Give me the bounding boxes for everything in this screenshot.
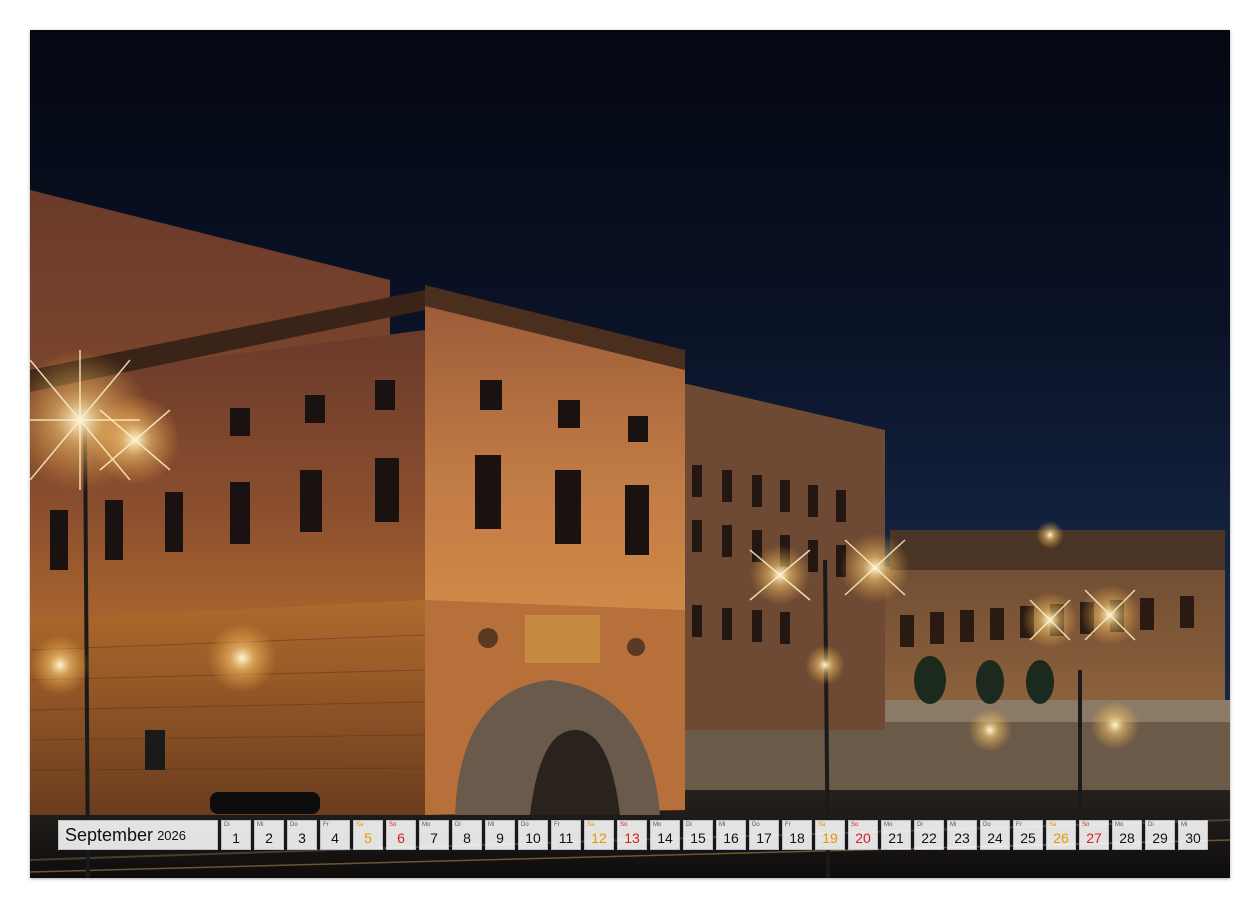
weekday-label: So [851, 822, 859, 828]
weekday-label: Mi [719, 822, 726, 828]
calendar-day: Di 8 [452, 820, 482, 850]
weekday-label: Fr [554, 822, 560, 828]
calendar-day: So 6 [386, 820, 416, 850]
month-year: 2026 [157, 827, 186, 843]
calendar-day: Fr 18 [782, 820, 812, 850]
day-number: 14 [657, 830, 673, 846]
calendar-day: Fr 4 [320, 820, 350, 850]
calendar-day: So 27 [1079, 820, 1109, 850]
day-number: 4 [331, 830, 339, 846]
calendar-day: So 13 [617, 820, 647, 850]
day-number: 17 [756, 830, 772, 846]
calendar-day: Mo 21 [881, 820, 911, 850]
weekday-label: Do [752, 822, 760, 828]
weekday-label: Fr [323, 822, 329, 828]
day-number: 24 [987, 830, 1003, 846]
day-number: 18 [789, 830, 805, 846]
weekday-label: Di [224, 822, 230, 828]
weekday-label: So [1082, 822, 1090, 828]
day-number: 28 [1119, 830, 1135, 846]
calendar-day: Mi 23 [947, 820, 977, 850]
calendar-day: Do 17 [749, 820, 779, 850]
calendar-day: Sa 5 [353, 820, 383, 850]
day-number: 8 [463, 830, 471, 846]
weekday-label: Di [1148, 822, 1154, 828]
weekday-label: Sa [818, 822, 826, 828]
calendar-day: Do 10 [518, 820, 548, 850]
day-number: 19 [822, 830, 838, 846]
day-number: 29 [1152, 830, 1168, 846]
day-number: 15 [690, 830, 706, 846]
weekday-label: Sa [587, 822, 595, 828]
month-name: September [65, 824, 154, 845]
weekday-label: So [389, 822, 397, 828]
calendar-day: Do 3 [287, 820, 317, 850]
calendar-day: Do 24 [980, 820, 1010, 850]
calendar-day: So 20 [848, 820, 878, 850]
day-number: 25 [1020, 830, 1036, 846]
weekday-label: Di [917, 822, 923, 828]
weekday-label: Do [521, 822, 529, 828]
day-number: 27 [1086, 830, 1102, 846]
weekday-label: Mo [1115, 822, 1124, 828]
weekday-label: Mo [422, 822, 431, 828]
calendar-day: Mi 2 [254, 820, 284, 850]
weekday-label: Do [983, 822, 991, 828]
weekday-label: Do [290, 822, 298, 828]
day-number: 11 [558, 830, 574, 846]
weekday-label: Mi [950, 822, 957, 828]
palace-night-illustration [30, 190, 1230, 878]
day-number: 20 [855, 830, 871, 846]
calendar-day: Mo 14 [650, 820, 680, 850]
day-number: 10 [525, 830, 541, 846]
calendar-day: Di 22 [914, 820, 944, 850]
calendar-day: Sa 26 [1046, 820, 1076, 850]
weekday-label: Di [686, 822, 692, 828]
day-number: 16 [723, 830, 739, 846]
palace-night-photo: September 2026 Di 1 Mi 2 Do 3 Fr 4 Sa 5 So 6 Mo 7 Di 8 M… [30, 30, 1230, 878]
day-number: 9 [496, 830, 504, 846]
weekday-label: Mi [488, 822, 495, 828]
day-number: 5 [364, 830, 372, 846]
calendar-day: Mi 16 [716, 820, 746, 850]
day-number: 26 [1053, 830, 1069, 846]
month-label: September 2026 [58, 820, 218, 850]
calendar-day: Mi 9 [485, 820, 515, 850]
day-number: 21 [888, 830, 904, 846]
day-number: 6 [397, 830, 405, 846]
weekday-label: Sa [1049, 822, 1057, 828]
weekday-label: Fr [785, 822, 791, 828]
calendar-day: Di 1 [221, 820, 251, 850]
day-number: 13 [624, 830, 640, 846]
weekday-label: So [620, 822, 628, 828]
day-number: 7 [430, 830, 438, 846]
weekday-label: Sa [356, 822, 364, 828]
calendar-day: Di 15 [683, 820, 713, 850]
weekday-label: Mi [257, 822, 264, 828]
day-number: 1 [232, 830, 240, 846]
calendar-day: Sa 19 [815, 820, 845, 850]
calendar-day: Di 29 [1145, 820, 1175, 850]
calendar-day: Sa 12 [584, 820, 614, 850]
weekday-label: Di [455, 822, 461, 828]
calendar-day: Mo 7 [419, 820, 449, 850]
weekday-label: Mi [1181, 822, 1188, 828]
weekday-label: Fr [1016, 822, 1022, 828]
day-number: 3 [298, 830, 306, 846]
day-number: 12 [591, 830, 607, 846]
calendar-day: Mi 30 [1178, 820, 1208, 850]
weekday-label: Mo [884, 822, 893, 828]
calendar-day: Mo 28 [1112, 820, 1142, 850]
weekday-label: Mo [653, 822, 662, 828]
day-number: 30 [1185, 830, 1201, 846]
calendar-day: Fr 25 [1013, 820, 1043, 850]
calendar-day: Fr 11 [551, 820, 581, 850]
day-number: 2 [265, 830, 273, 846]
day-number: 22 [921, 830, 937, 846]
day-number: 23 [954, 830, 970, 846]
calendar-strip: September 2026 Di 1 Mi 2 Do 3 Fr 4 Sa 5 So 6 Mo 7 Di 8 M… [58, 820, 1208, 850]
